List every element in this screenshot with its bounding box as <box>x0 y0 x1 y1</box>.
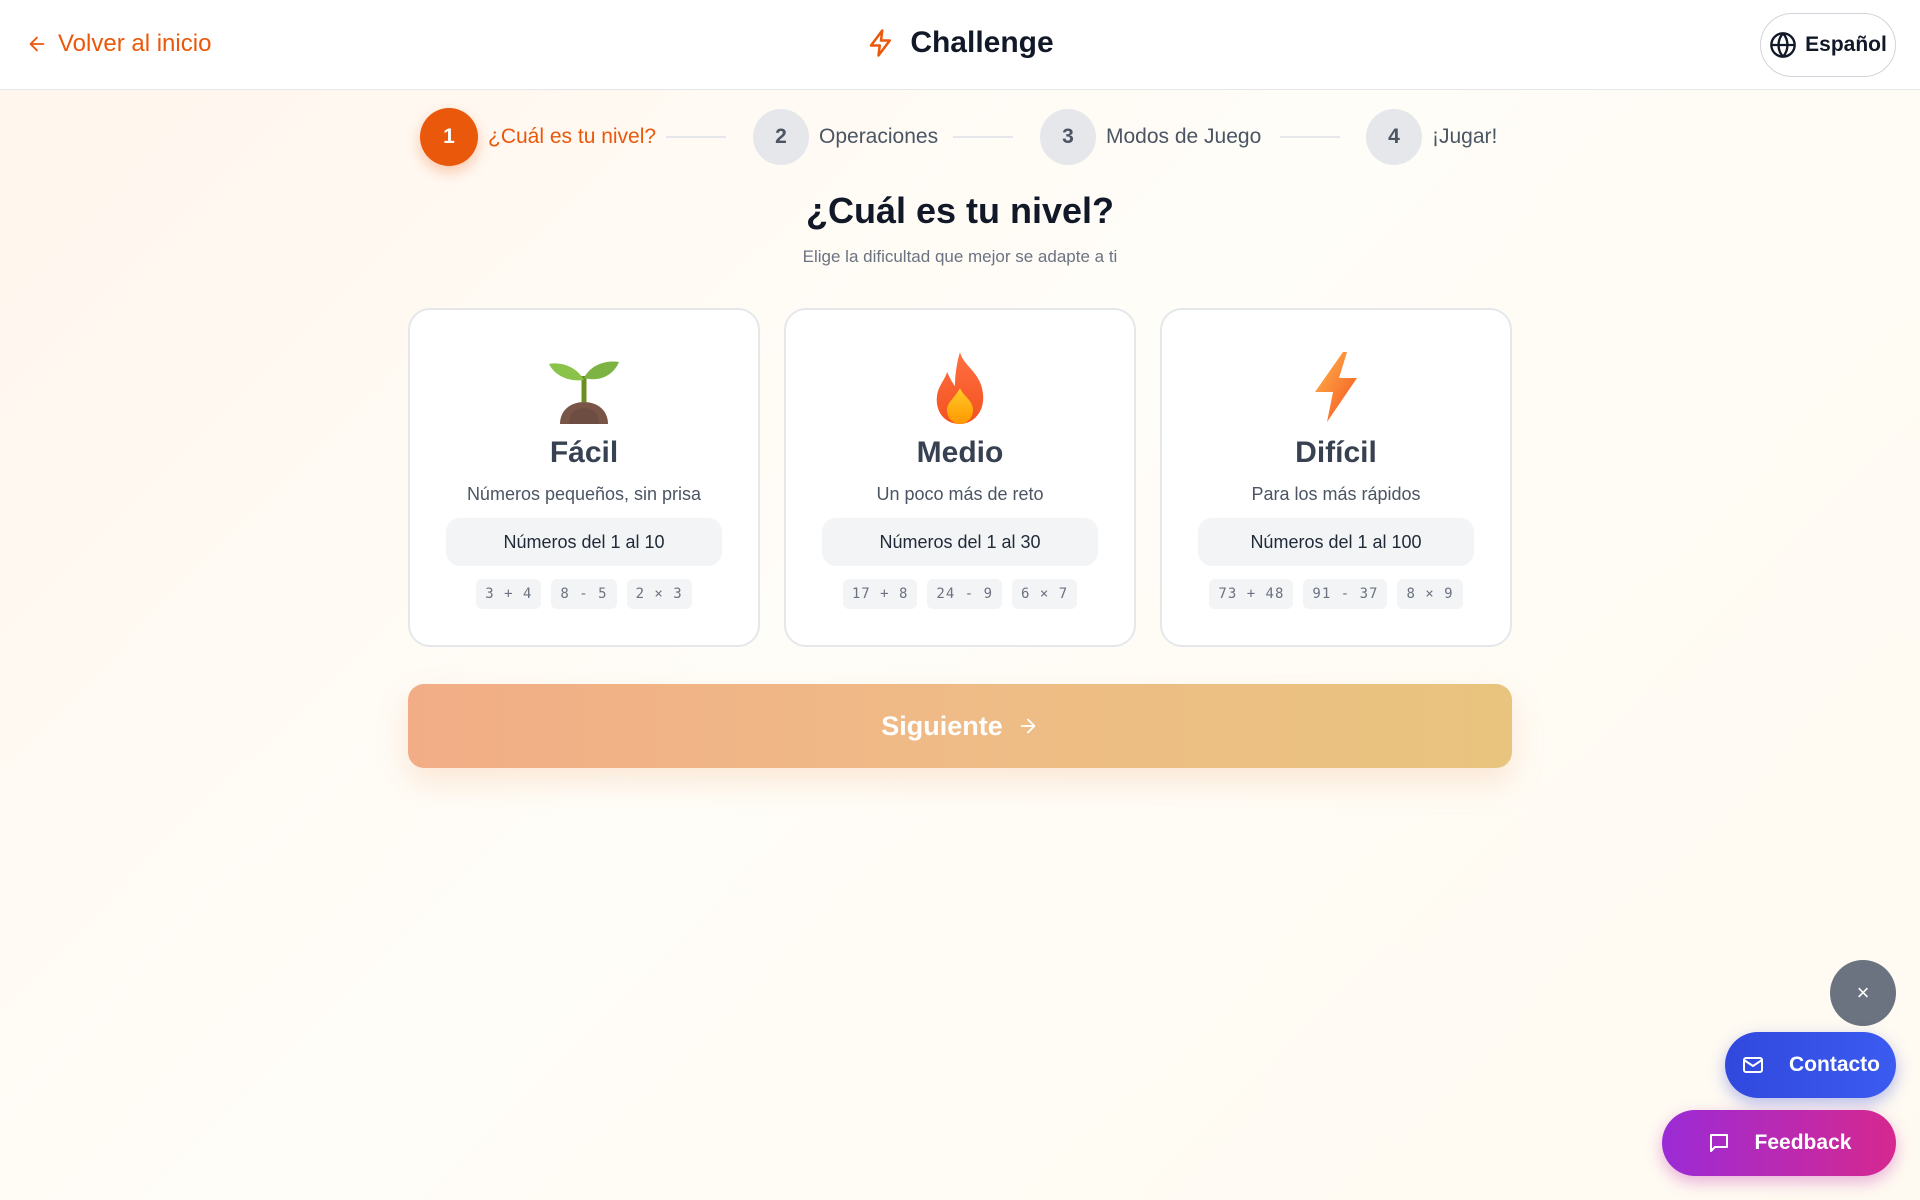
step-label: ¡Jugar! <box>1432 125 1498 148</box>
example-chip: 91 - 37 <box>1303 579 1388 609</box>
example-chips: 73 + 48 91 - 37 8 × 9 <box>1162 579 1510 609</box>
example-chip: 24 - 9 <box>927 579 1002 609</box>
example-chip: 3 + 4 <box>476 579 542 609</box>
lightning-icon <box>1315 352 1357 422</box>
progress-stepper: 1 ¿Cuál es tu nivel? 2 Operaciones 3 Mod… <box>420 108 1520 166</box>
step-connector <box>666 136 726 138</box>
level-card-easy[interactable]: Fácil Números pequeños, sin prisa Número… <box>408 308 760 647</box>
contact-label: Contacto <box>1789 1053 1880 1076</box>
top-header: Volver al inicio Challenge Español <box>0 0 1920 90</box>
step-operations: 2 Operaciones <box>753 109 938 165</box>
close-floating-button[interactable]: × <box>1830 960 1896 1026</box>
level-name: Difícil <box>1295 436 1377 469</box>
step-number: 4 <box>1366 109 1422 165</box>
seedling-icon <box>549 361 619 424</box>
next-button-label: Siguiente <box>881 710 1003 741</box>
step-number: 1 <box>420 108 478 166</box>
step-play: 4 ¡Jugar! <box>1366 109 1497 165</box>
close-icon: × <box>1856 980 1870 1005</box>
level-description: Números pequeños, sin prisa <box>466 484 702 504</box>
feedback-label: Feedback <box>1754 1131 1852 1154</box>
arrow-right-icon <box>1020 718 1036 734</box>
brand-title: Challenge <box>910 26 1054 59</box>
page-subtitle: Elige la dificultad que mejor se adapte … <box>802 247 1118 266</box>
example-chip: 17 + 8 <box>842 579 918 609</box>
step-connector <box>953 136 1013 138</box>
level-name: Medio <box>916 436 1004 469</box>
globe-icon <box>1770 32 1796 58</box>
example-chip: 6 × 7 <box>1012 579 1078 609</box>
example-chips: 3 + 4 8 - 5 2 × 3 <box>410 579 758 609</box>
mail-icon <box>1743 1057 1763 1073</box>
level-name: Fácil <box>549 436 619 469</box>
step-level: 1 ¿Cuál es tu nivel? <box>420 108 656 166</box>
step-connector <box>1280 136 1340 138</box>
step-label: Operaciones <box>819 125 939 148</box>
level-card-hard[interactable]: Difícil Para los más rápidos Números del… <box>1160 308 1512 647</box>
level-range: Números del 1 al 100 <box>1198 518 1474 566</box>
example-chip: 8 - 5 <box>551 579 617 609</box>
level-card-medium[interactable]: Medio Un poco más de reto Números del 1 … <box>784 308 1136 647</box>
step-label: Modos de Juego <box>1106 125 1262 148</box>
brand: Challenge <box>0 26 1920 60</box>
language-selector-button[interactable]: Español <box>1760 13 1896 77</box>
step-label: ¿Cuál es tu nivel? <box>488 125 657 148</box>
level-range: Números del 1 al 10 <box>446 518 722 566</box>
lightning-icon <box>870 29 892 57</box>
chat-bubble-icon <box>1709 1134 1728 1152</box>
fire-icon <box>936 352 984 424</box>
step-number: 2 <box>753 109 809 165</box>
step-number: 3 <box>1040 109 1096 165</box>
example-chips: 17 + 8 24 - 9 6 × 7 <box>786 579 1134 609</box>
level-range: Números del 1 al 30 <box>822 518 1098 566</box>
level-description: Un poco más de reto <box>876 484 1044 504</box>
example-chip: 2 × 3 <box>626 579 692 609</box>
example-chip: 73 + 48 <box>1209 579 1294 609</box>
language-label: Español <box>1805 33 1887 56</box>
feedback-button[interactable]: Feedback <box>1662 1110 1896 1176</box>
level-description: Para los más rápidos <box>1251 484 1421 504</box>
next-button[interactable]: Siguiente <box>408 684 1512 768</box>
page-title: ¿Cuál es tu nivel? <box>805 190 1115 231</box>
example-chip: 8 × 9 <box>1397 579 1463 609</box>
step-game-modes: 3 Modos de Juego <box>1040 109 1261 165</box>
contact-button[interactable]: Contacto <box>1725 1032 1896 1098</box>
